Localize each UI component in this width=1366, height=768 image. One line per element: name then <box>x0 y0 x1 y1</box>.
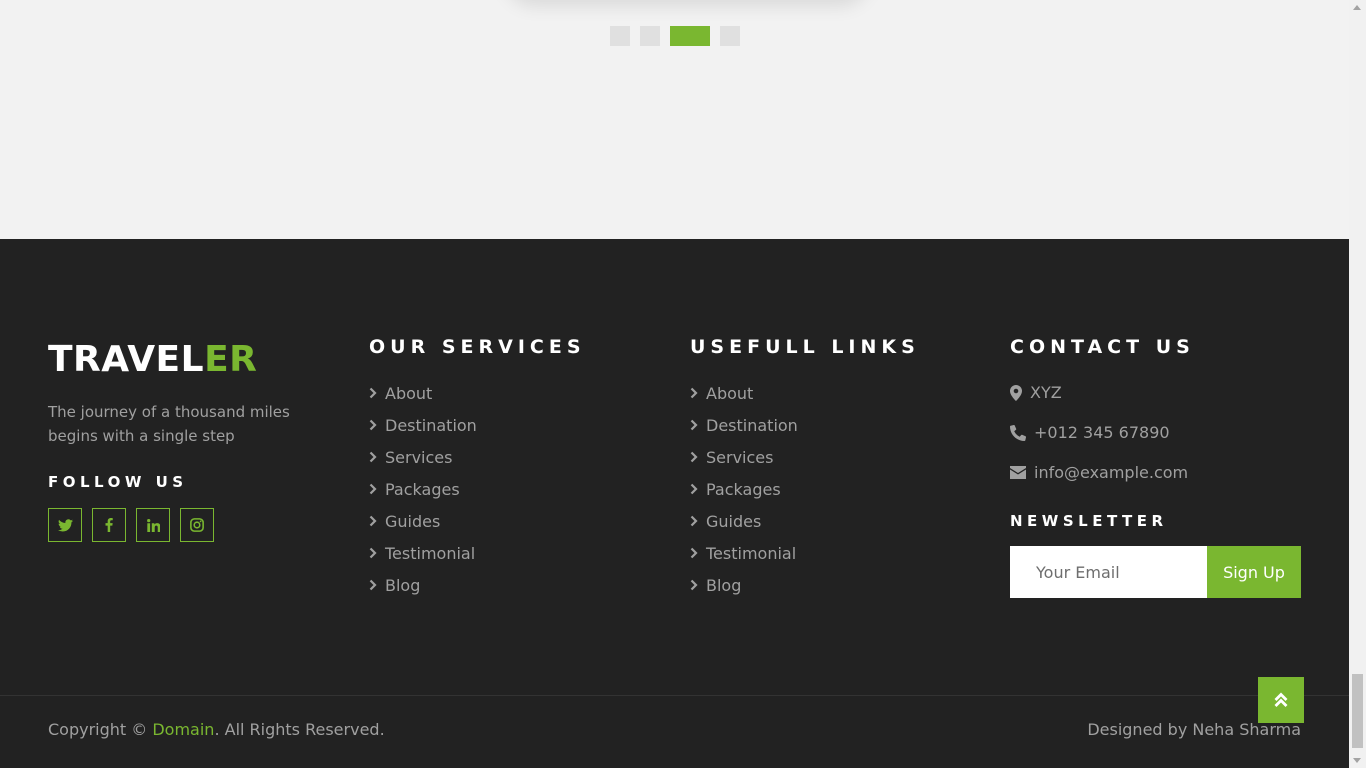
link-label: Destination <box>706 415 798 435</box>
carousel-dot-4[interactable] <box>720 26 740 46</box>
chevron-right-icon <box>690 579 698 591</box>
link-label: About <box>706 383 754 403</box>
link-label: Destination <box>385 415 477 435</box>
chevron-right-icon <box>369 483 377 495</box>
chevron-right-icon <box>690 483 698 495</box>
instagram-icon <box>190 518 204 532</box>
twitter-icon <box>57 518 73 531</box>
carousel-dot-2[interactable] <box>640 26 660 46</box>
testimonial-section <box>0 0 1349 239</box>
chevron-right-icon <box>369 515 377 527</box>
link-label: Services <box>385 447 453 467</box>
useful-link-about[interactable]: About <box>690 377 798 409</box>
envelope-icon <box>1010 466 1026 479</box>
twitter-button[interactable] <box>48 508 82 542</box>
facebook-icon <box>105 518 113 532</box>
chevron-right-icon <box>690 387 698 399</box>
link-label: Packages <box>706 479 781 499</box>
contact-address-text: XYZ <box>1030 383 1062 402</box>
contact-email-text: info@example.com <box>1034 463 1189 482</box>
phone-icon <box>1010 424 1026 441</box>
scroll-up-arrow[interactable] <box>1353 5 1361 10</box>
useful-links-list: About Destination Services Packages Guid… <box>690 383 798 607</box>
site-footer: TRAVELER The journey of a thousand miles… <box>0 239 1349 768</box>
contact-phone-text: +012 345 67890 <box>1034 423 1170 442</box>
back-to-top-button[interactable] <box>1258 677 1304 723</box>
link-label: Services <box>706 447 774 467</box>
copyright-text: Copyright © Domain. All Rights Reserved. <box>48 720 385 739</box>
sign-up-button[interactable]: Sign Up <box>1207 546 1301 598</box>
chevron-right-icon <box>369 387 377 399</box>
facebook-button[interactable] <box>92 508 126 542</box>
chevron-right-icon <box>690 547 698 559</box>
scroll-down-arrow[interactable] <box>1353 758 1361 763</box>
chevron-right-icon <box>690 515 698 527</box>
brand-logo[interactable]: TRAVELER <box>48 339 257 380</box>
newsletter-email-input[interactable] <box>1010 546 1207 598</box>
link-label: Blog <box>706 575 742 595</box>
useful-link-blog[interactable]: Blog <box>690 569 798 601</box>
chevron-right-icon <box>690 451 698 463</box>
chevron-right-icon <box>369 451 377 463</box>
double-chevron-up-icon <box>1274 692 1288 707</box>
link-label: Testimonial <box>706 543 797 563</box>
copyright-suffix: . All Rights Reserved. <box>214 720 385 739</box>
contact-phone: +012 345 67890 <box>1010 423 1170 442</box>
contact-address: XYZ <box>1010 383 1062 402</box>
link-label: Blog <box>385 575 421 595</box>
chevron-right-icon <box>369 547 377 559</box>
services-link-destination[interactable]: Destination <box>369 409 477 441</box>
instagram-button[interactable] <box>180 508 214 542</box>
newsletter-form: Sign Up <box>1010 546 1301 598</box>
useful-link-testimonial[interactable]: Testimonial <box>690 537 798 569</box>
chevron-right-icon <box>369 579 377 591</box>
domain-link[interactable]: Domain <box>152 720 214 739</box>
services-link-blog[interactable]: Blog <box>369 569 477 601</box>
useful-link-destination[interactable]: Destination <box>690 409 798 441</box>
newsletter-title: NEWSLETTER <box>1010 512 1168 530</box>
follow-us-title: FOLLOW US <box>48 473 188 491</box>
chevron-right-icon <box>369 419 377 431</box>
services-link-about[interactable]: About <box>369 377 477 409</box>
chevron-right-icon <box>690 419 698 431</box>
contact-us-title: CONTACT US <box>1010 336 1195 358</box>
carousel-dot-1[interactable] <box>610 26 630 46</box>
map-marker-icon <box>1010 384 1022 401</box>
linkedin-button[interactable] <box>136 508 170 542</box>
brand-main: TRAVEL <box>48 339 205 380</box>
page-scrollbar[interactable] <box>1349 0 1366 768</box>
link-label: Guides <box>706 511 762 531</box>
useful-links-title: USEFULL LINKS <box>690 336 920 358</box>
services-link-services[interactable]: Services <box>369 441 477 473</box>
footer-divider <box>0 695 1349 696</box>
carousel-dot-3[interactable] <box>670 26 710 46</box>
services-link-packages[interactable]: Packages <box>369 473 477 505</box>
contact-email: info@example.com <box>1010 463 1188 482</box>
linkedin-icon <box>146 518 160 532</box>
copyright-prefix: Copyright © <box>48 720 153 739</box>
useful-link-packages[interactable]: Packages <box>690 473 798 505</box>
services-link-testimonial[interactable]: Testimonial <box>369 537 477 569</box>
link-label: Packages <box>385 479 460 499</box>
link-label: Testimonial <box>385 543 476 563</box>
services-list: About Destination Services Packages Guid… <box>369 383 477 607</box>
scrollbar-thumb[interactable] <box>1352 674 1363 748</box>
our-services-title: OUR SERVICES <box>369 336 586 358</box>
useful-link-services[interactable]: Services <box>690 441 798 473</box>
link-label: About <box>385 383 433 403</box>
link-label: Guides <box>385 511 441 531</box>
brand-tagline: The journey of a thousand miles begins w… <box>48 403 290 445</box>
useful-link-guides[interactable]: Guides <box>690 505 798 537</box>
services-link-guides[interactable]: Guides <box>369 505 477 537</box>
brand-accent: ER <box>204 339 258 380</box>
